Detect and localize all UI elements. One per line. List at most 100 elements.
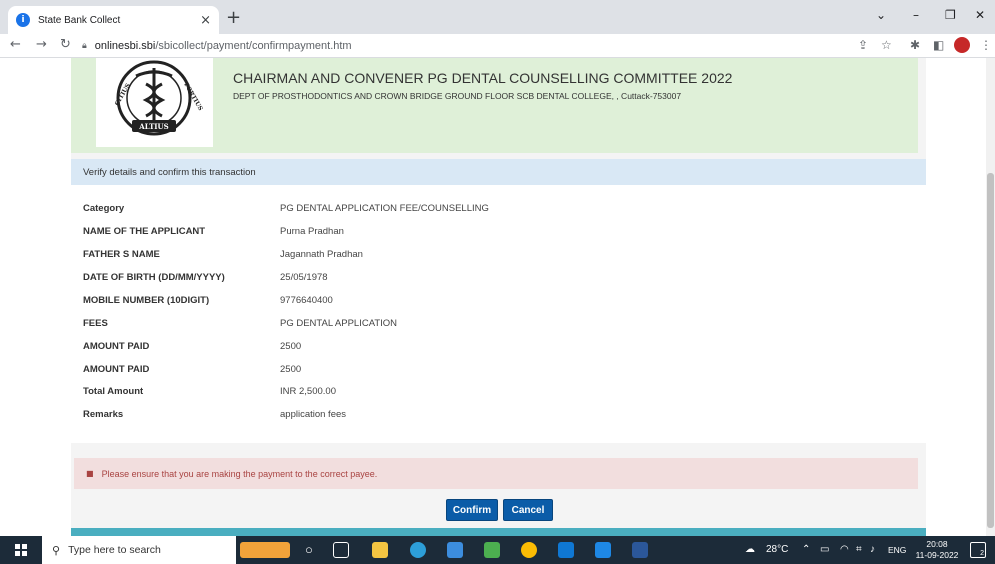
bookmark-star-icon[interactable]: ☆	[881, 38, 892, 52]
edge-icon[interactable]	[410, 542, 426, 558]
verify-heading: Verify details and confirm this transact…	[71, 159, 926, 185]
url-field[interactable]: 🔒︎ onlinesbi.sbi /sbicollect/payment/con…	[82, 36, 902, 56]
detail-row: Category PG DENTAL APPLICATION FEE/COUNS…	[83, 200, 913, 216]
weather-icon[interactable]: ☁	[745, 544, 755, 555]
tab-search-icon[interactable]: ⌄	[876, 8, 886, 22]
sbi-favicon-icon: i	[16, 13, 30, 27]
photos-icon[interactable]	[595, 542, 611, 558]
detail-label: Remarks	[83, 408, 124, 420]
payment-container: ALTIUS CITIUS FORTIUS CHAIRMAN AND CONVE…	[71, 58, 926, 536]
weather-temp[interactable]: 28°C	[766, 544, 788, 555]
close-window-icon[interactable]: ✕	[975, 8, 985, 22]
detail-label: FEES	[83, 317, 108, 329]
page-footer	[71, 528, 926, 536]
detail-label: AMOUNT PAID	[83, 363, 150, 375]
bullet-icon: ■	[86, 469, 94, 478]
address-bar: ← → ↻ 🔒︎ onlinesbi.sbi /sbicollect/payme…	[0, 34, 995, 58]
payee-name: CHAIRMAN AND CONVENER PG DENTAL COUNSELL…	[233, 70, 733, 86]
mail-icon[interactable]	[558, 542, 574, 558]
forward-icon[interactable]: →	[36, 37, 47, 52]
detail-row: DATE OF BIRTH (DD/MM/YYYY) 25/05/1978	[83, 269, 913, 285]
detail-value: 2500	[280, 340, 302, 352]
url-path: /sbicollect/payment/confirmpayment.htm	[155, 40, 352, 52]
store-icon[interactable]	[447, 542, 463, 558]
detail-label: NAME OF THE APPLICANT	[83, 225, 206, 237]
side-panel-icon[interactable]: ◧	[933, 38, 944, 52]
url-host: onlinesbi.sbi	[94, 40, 156, 52]
detail-row: MOBILE NUMBER (10DIGIT) 9776640400	[83, 292, 913, 308]
tab-close-icon[interactable]: ×	[200, 13, 211, 28]
taskbar-search[interactable]: ⚲ Type here to search	[42, 536, 236, 564]
detail-label: FATHER S NAME	[83, 248, 160, 260]
browser-tab[interactable]: i State Bank Collect ×	[8, 6, 219, 34]
share-icon[interactable]: ⇪	[858, 38, 868, 52]
reload-icon[interactable]: ↻	[60, 37, 71, 52]
notepad-icon[interactable]	[484, 542, 500, 558]
detail-label: Total Amount	[83, 385, 144, 397]
detail-row: FEES PG DENTAL APPLICATION	[83, 315, 913, 331]
cancel-button[interactable]: Cancel	[503, 499, 553, 521]
detail-label: AMOUNT PAID	[83, 340, 150, 352]
warning-text: Please ensure that you are making the pa…	[101, 468, 378, 479]
minimize-icon[interactable]: –	[913, 8, 919, 22]
task-view-icon[interactable]	[333, 542, 349, 558]
wifi-icon[interactable]: ◠	[840, 544, 849, 555]
detail-value: 9776640400	[280, 294, 333, 306]
svg-text:FORTIUS: FORTIUS	[182, 82, 204, 113]
system-clock[interactable]: 20:08 11-09-2022	[914, 539, 960, 561]
detail-row: Total Amount INR 2,500.00	[83, 383, 913, 399]
detail-row: AMOUNT PAID 2500	[83, 361, 913, 377]
network-icon[interactable]: ⌗	[856, 544, 862, 555]
scroll-thumb[interactable]	[987, 173, 994, 528]
detail-label: DATE OF BIRTH (DD/MM/YYYY)	[83, 271, 225, 283]
detail-label: Category	[83, 202, 125, 214]
menu-icon[interactable]: ⋮	[980, 38, 992, 52]
detail-value: Jagannath Pradhan	[280, 248, 363, 260]
transaction-details: Category PG DENTAL APPLICATION FEE/COUNS…	[71, 185, 926, 443]
detail-value: PG DENTAL APPLICATION	[280, 317, 398, 329]
volume-icon[interactable]: ♪	[870, 544, 875, 555]
verify-text: Verify details and confirm this transact…	[83, 166, 256, 178]
browser-tab-bar: i State Bank Collect × + ⌄ – ❐ ✕	[0, 0, 995, 34]
tab-title: State Bank Collect	[38, 14, 121, 26]
word-icon[interactable]	[632, 542, 648, 558]
detail-value: application fees	[280, 408, 347, 420]
detail-row: FATHER S NAME Jagannath Pradhan	[83, 246, 913, 262]
payee-address: DEPT OF PROSTHODONTICS AND CROWN BRIDGE …	[233, 91, 682, 101]
search-highlight-icon[interactable]	[240, 542, 290, 558]
battery-icon[interactable]: ▭	[820, 544, 829, 555]
payee-warning: ■ Please ensure that you are making the …	[74, 458, 918, 489]
extensions-icon[interactable]: ✱	[910, 38, 920, 52]
svg-text:ALTIUS: ALTIUS	[138, 122, 168, 131]
windows-start-icon[interactable]	[15, 544, 27, 556]
detail-value: Purna Pradhan	[280, 225, 344, 237]
detail-row: AMOUNT PAID 2500	[83, 338, 913, 354]
notification-count: 2	[980, 550, 984, 557]
payee-header: ALTIUS CITIUS FORTIUS CHAIRMAN AND CONVE…	[71, 58, 918, 153]
maximize-icon[interactable]: ❐	[945, 8, 956, 22]
detail-value: 25/05/1978	[280, 271, 328, 283]
page-scrollbar[interactable]	[986, 58, 995, 536]
new-tab-icon[interactable]: +	[226, 7, 241, 28]
chrome-icon[interactable]	[521, 542, 537, 558]
language-indicator[interactable]: ENG	[888, 545, 906, 555]
file-explorer-icon[interactable]	[372, 542, 388, 558]
back-icon[interactable]: ←	[10, 37, 21, 52]
lock-icon[interactable]: 🔒︎	[82, 41, 87, 51]
clock-time: 20:08	[926, 539, 948, 549]
svg-text:CITIUS: CITIUS	[114, 82, 132, 107]
college-logo: ALTIUS CITIUS FORTIUS	[96, 58, 213, 147]
search-placeholder: Type here to search	[68, 544, 161, 556]
web-page: ALTIUS CITIUS FORTIUS CHAIRMAN AND CONVE…	[0, 58, 995, 536]
tray-chevron-icon[interactable]: ⌃	[802, 544, 810, 555]
profile-avatar[interactable]	[954, 37, 970, 53]
detail-label: MOBILE NUMBER (10DIGIT)	[83, 294, 210, 306]
detail-row: NAME OF THE APPLICANT Purna Pradhan	[83, 223, 913, 239]
cortana-icon[interactable]: ○	[305, 542, 313, 557]
confirm-button[interactable]: Confirm	[446, 499, 498, 521]
search-icon: ⚲	[52, 543, 61, 557]
detail-row: Remarks application fees	[83, 406, 913, 422]
notification-icon[interactable]: 2	[970, 542, 986, 558]
clock-date: 11-09-2022	[915, 550, 959, 560]
windows-taskbar: ⚲ Type here to search ○ ☁ 28°C ⌃ ▭ ◠ ⌗ ♪…	[0, 536, 995, 564]
